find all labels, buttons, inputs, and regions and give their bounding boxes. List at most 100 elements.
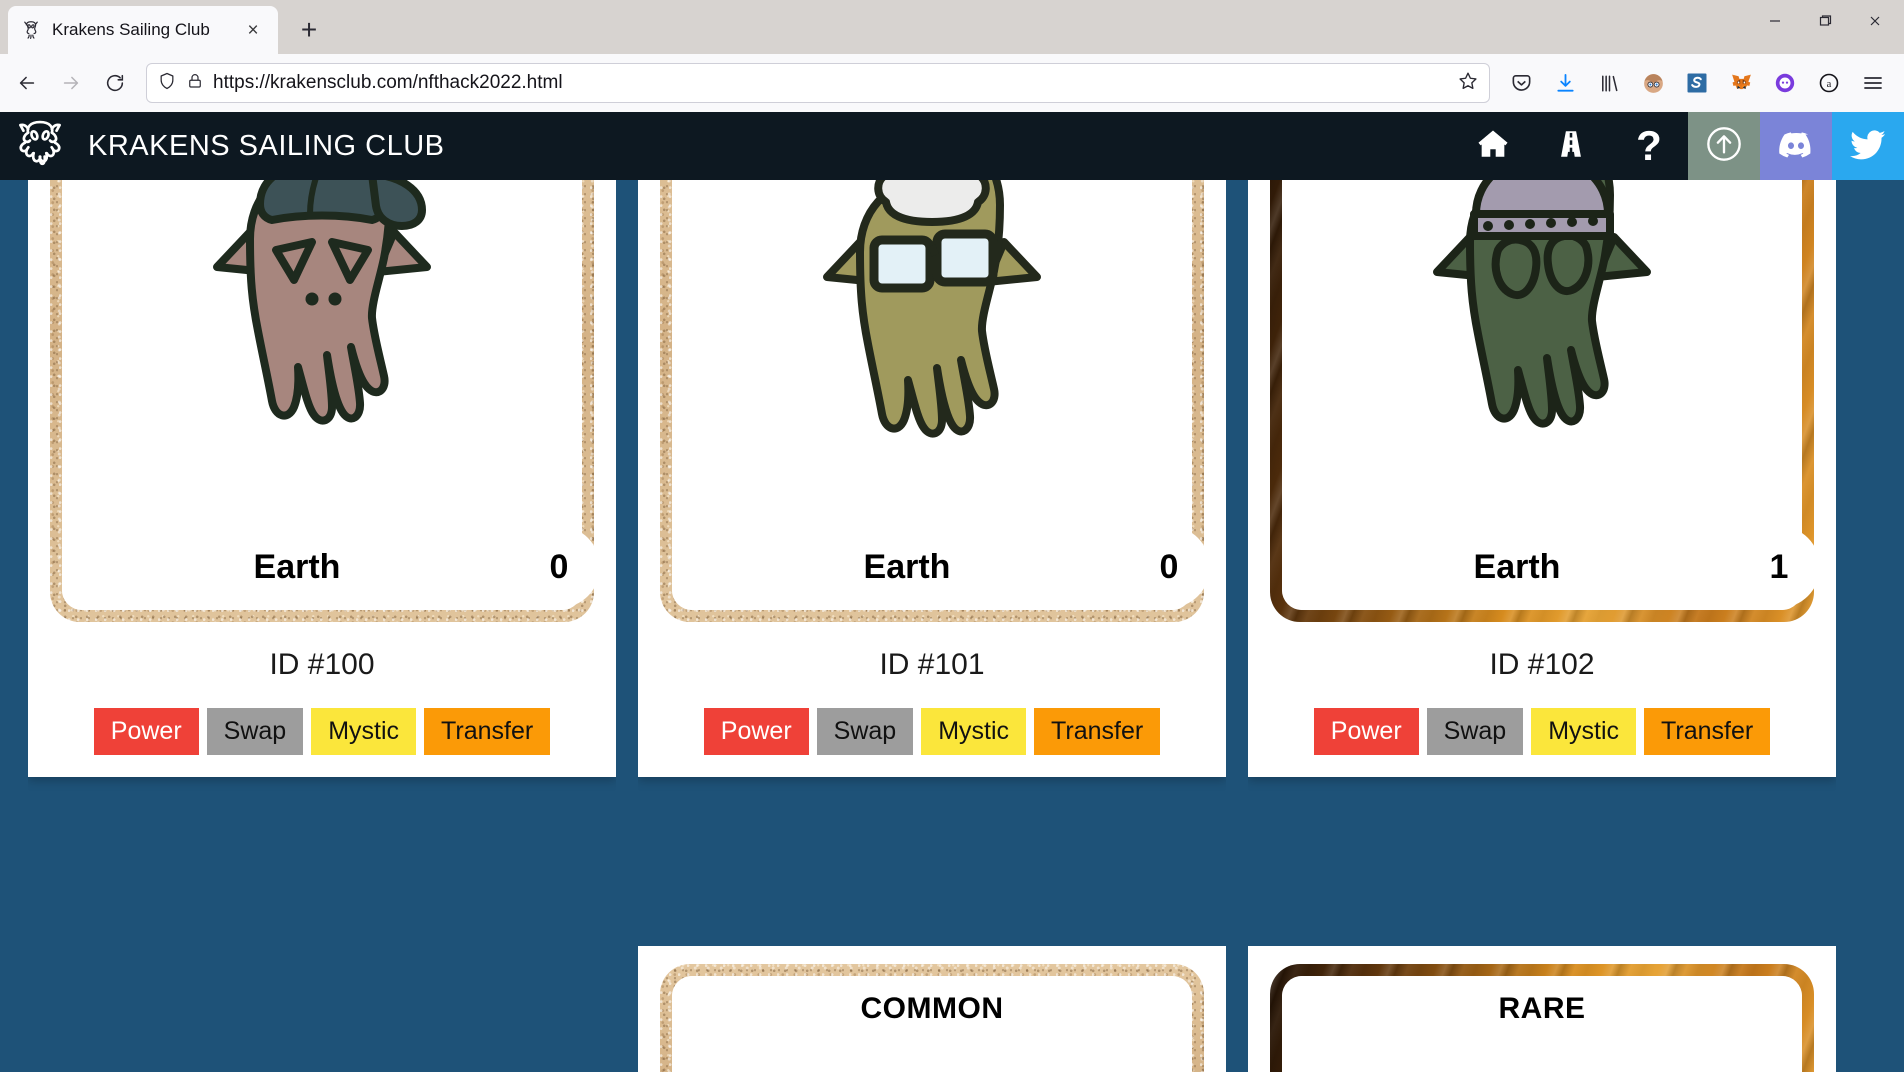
power-button[interactable]: Power	[1313, 708, 1419, 755]
card-frame-rare: RARE	[1270, 964, 1814, 1072]
card-slot: COMMON	[638, 946, 1226, 1072]
close-window-button[interactable]	[1852, 4, 1898, 38]
opensea-icon	[1704, 124, 1744, 169]
url-bar[interactable]: https://krakensclub.com/nfthack2022.html	[146, 63, 1490, 103]
nav-discord[interactable]	[1760, 112, 1832, 180]
lock-icon[interactable]	[186, 72, 204, 95]
power-value: 0	[518, 526, 600, 608]
downloads-icon[interactable]	[1544, 62, 1586, 104]
library-icon[interactable]	[1588, 62, 1630, 104]
tab-title: Krakens Sailing Club	[52, 20, 210, 39]
account-icon[interactable]: a	[1808, 62, 1850, 104]
browser-tab[interactable]: Krakens Sailing Club ×	[8, 6, 278, 54]
svg-text:a: a	[1827, 79, 1832, 90]
rarity-label: COMMON	[860, 992, 1004, 1025]
rarity-band: RARE	[1282, 976, 1802, 1040]
nft-card[interactable]: Earth 1 ID #102 Power Swap Mystic Transf…	[1248, 180, 1836, 777]
browser-toolbar: https://krakensclub.com/nfthack2022.html	[0, 54, 1904, 112]
mystic-button[interactable]: Mystic	[311, 708, 417, 755]
reload-button[interactable]	[94, 62, 136, 104]
site-header: KRAKENS SAILING CLUB ?	[0, 112, 1904, 180]
maximize-button[interactable]	[1802, 4, 1848, 38]
kraken-artwork	[672, 1054, 1192, 1072]
discord-icon	[1776, 124, 1816, 169]
tab-strip: Krakens Sailing Club × +	[0, 0, 1904, 54]
window-controls	[1752, 4, 1898, 38]
rarity-label: RARE	[1498, 992, 1586, 1025]
swap-button[interactable]: Swap	[816, 708, 914, 755]
tab-close-icon[interactable]: ×	[240, 17, 266, 43]
site-nav: ?	[1454, 112, 1904, 180]
kraken-artwork	[672, 180, 1192, 512]
element-label: Earth	[1473, 547, 1561, 586]
nav-opensea[interactable]	[1688, 112, 1760, 180]
shield-icon[interactable]	[157, 71, 177, 96]
new-tab-button[interactable]: +	[288, 9, 330, 51]
card-frame-common: Earth 0	[660, 180, 1210, 622]
nav-faq[interactable]: ?	[1610, 112, 1688, 180]
card-slot: Earth 0 ID #100 Power Swap Mystic Transf…	[28, 180, 616, 924]
card-frame-inner: Earth 0	[672, 180, 1210, 610]
site-title: KRAKENS SAILING CLUB	[88, 129, 445, 162]
card-id-label: ID #101	[879, 648, 985, 681]
card-frame-inner: RARE	[1282, 976, 1802, 1072]
rarity-band: COMMON	[672, 976, 1192, 1040]
nft-card-grid: Earth 0 ID #100 Power Swap Mystic Transf…	[0, 180, 1904, 1072]
nav-twitter[interactable]	[1832, 112, 1904, 180]
swap-button[interactable]: Swap	[206, 708, 304, 755]
twitter-icon	[1848, 124, 1888, 169]
card-stat-bar: Earth 0	[672, 524, 1210, 610]
power-button[interactable]: Power	[93, 708, 199, 755]
transfer-button[interactable]: Transfer	[424, 708, 551, 755]
card-frame-inner: Earth 0	[62, 180, 600, 610]
mystic-button[interactable]: Mystic	[1531, 708, 1637, 755]
power-value: 1	[1738, 526, 1820, 608]
nft-card[interactable]: COMMON	[638, 946, 1226, 1072]
card-frame-inner: COMMON	[672, 976, 1192, 1072]
kraken-favicon-icon	[20, 19, 42, 41]
scribe-extension-icon[interactable]	[1676, 62, 1718, 104]
kraken-logo-icon	[12, 116, 68, 177]
card-frame-common: Earth 0	[50, 180, 600, 622]
nft-card[interactable]: Earth 0 ID #100 Power Swap Mystic Transf…	[28, 180, 616, 777]
card-slot: Earth 0 ID #101 Power Swap Mystic Transf…	[638, 180, 1226, 924]
home-icon	[1476, 127, 1510, 166]
url-input[interactable]: https://krakensclub.com/nfthack2022.html	[213, 72, 1448, 94]
menu-icon[interactable]	[1852, 62, 1894, 104]
card-stat-bar: Earth 1	[1282, 524, 1820, 610]
mystic-button[interactable]: Mystic	[921, 708, 1027, 755]
card-frame-common: COMMON	[660, 964, 1204, 1072]
minimize-button[interactable]	[1752, 4, 1798, 38]
question-mark-icon: ?	[1636, 122, 1662, 169]
nft-card[interactable]: Earth 0 ID #101 Power Swap Mystic Transf…	[638, 180, 1226, 777]
card-actions: Power Swap Mystic Transfer	[1313, 708, 1771, 755]
element-label: Earth	[253, 547, 341, 586]
kraken-artwork	[1282, 180, 1802, 512]
kraken-artwork	[62, 180, 582, 512]
transfer-button[interactable]: Transfer	[1644, 708, 1771, 755]
transfer-button[interactable]: Transfer	[1034, 708, 1161, 755]
power-button[interactable]: Power	[703, 708, 809, 755]
card-actions: Power Swap Mystic Transfer	[703, 708, 1161, 755]
card-stat-bar: Earth 0	[62, 524, 600, 610]
nft-card[interactable]: RARE	[1248, 946, 1836, 1072]
browser-window: Krakens Sailing Club × + https://krakens…	[0, 0, 1904, 1072]
extensions-toolbar: a	[1500, 62, 1898, 104]
nav-home[interactable]	[1454, 112, 1532, 180]
element-label: Earth	[863, 547, 951, 586]
card-actions: Power Swap Mystic Transfer	[93, 708, 551, 755]
back-button[interactable]	[6, 62, 48, 104]
card-id-label: ID #102	[1489, 648, 1595, 681]
brand[interactable]: KRAKENS SAILING CLUB	[0, 116, 1454, 177]
metamask-extension-icon[interactable]	[1720, 62, 1762, 104]
forward-button[interactable]	[50, 62, 92, 104]
purple-extension-icon[interactable]	[1764, 62, 1806, 104]
swap-button[interactable]: Swap	[1426, 708, 1524, 755]
bookmark-star-icon[interactable]	[1457, 70, 1479, 97]
pocket-icon[interactable]	[1500, 62, 1542, 104]
card-id-label: ID #100	[269, 648, 375, 681]
nav-roadmap[interactable]	[1532, 112, 1610, 180]
card-slot: RARE	[1248, 946, 1836, 1072]
road-icon	[1554, 127, 1588, 166]
avatar-extension-icon[interactable]	[1632, 62, 1674, 104]
